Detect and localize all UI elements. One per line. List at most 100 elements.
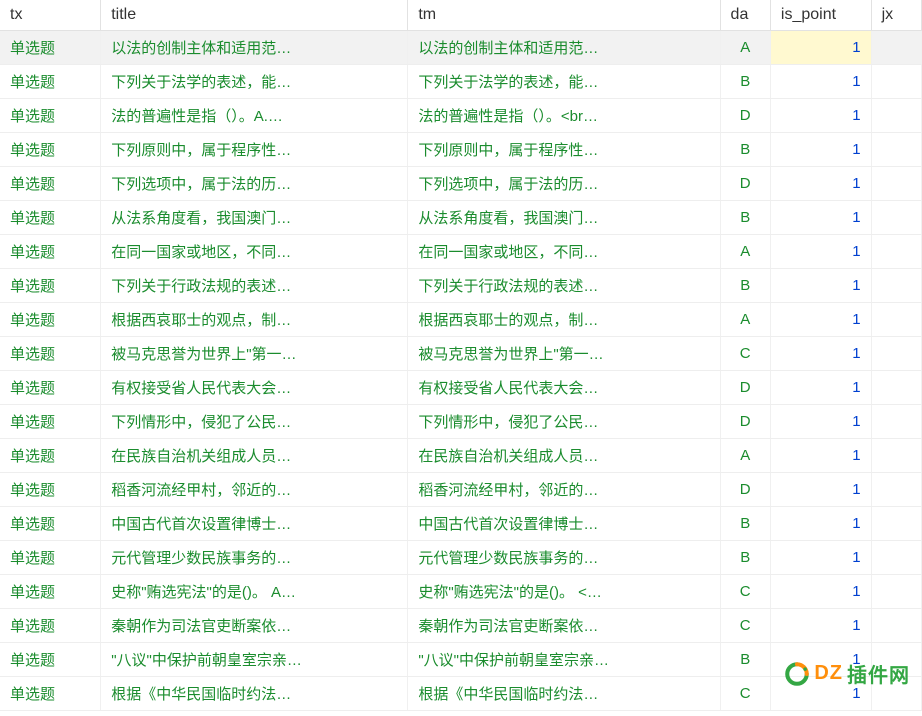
table-row[interactable]: 单选题下列关于法学的表述，能…下列关于法学的表述，能…B1 xyxy=(0,65,922,99)
table-row[interactable]: 单选题在民族自治机关组成人员…在民族自治机关组成人员…A1 xyxy=(0,439,922,473)
cell-da[interactable]: C xyxy=(720,575,770,609)
table-row[interactable]: 单选题法的普遍性是指（）。A.…法的普遍性是指（）。<br…D1 xyxy=(0,99,922,133)
cell-jx[interactable] xyxy=(871,541,921,575)
cell-title[interactable]: 有权接受省人民代表大会… xyxy=(101,371,408,405)
cell-jx[interactable] xyxy=(871,167,921,201)
cell-tx[interactable]: 单选题 xyxy=(0,575,101,609)
cell-is-point[interactable]: 1 xyxy=(770,337,871,371)
cell-is-point[interactable]: 1 xyxy=(770,303,871,337)
cell-jx[interactable] xyxy=(871,31,921,65)
cell-tm[interactable]: "八议"中保护前朝皇室宗亲… xyxy=(408,643,720,677)
table-row[interactable]: 单选题有权接受省人民代表大会…有权接受省人民代表大会…D1 xyxy=(0,371,922,405)
cell-tx[interactable]: 单选题 xyxy=(0,133,101,167)
cell-is-point[interactable]: 1 xyxy=(770,677,871,711)
cell-jx[interactable] xyxy=(871,65,921,99)
table-row[interactable]: 单选题下列原则中，属于程序性…下列原则中，属于程序性…B1 xyxy=(0,133,922,167)
column-header-tx[interactable]: tx xyxy=(0,0,101,31)
cell-title[interactable]: 稻香河流经甲村，邻近的… xyxy=(101,473,408,507)
cell-is-point[interactable]: 1 xyxy=(770,507,871,541)
cell-da[interactable]: D xyxy=(720,405,770,439)
cell-title[interactable]: 中国古代首次设置律博士… xyxy=(101,507,408,541)
table-row[interactable]: 单选题元代管理少数民族事务的…元代管理少数民族事务的…B1 xyxy=(0,541,922,575)
table-row[interactable]: 单选题根据西哀耶士的观点，制…根据西哀耶士的观点，制…A1 xyxy=(0,303,922,337)
cell-jx[interactable] xyxy=(871,201,921,235)
cell-is-point[interactable]: 1 xyxy=(770,371,871,405)
cell-is-point[interactable]: 1 xyxy=(770,269,871,303)
cell-da[interactable]: B xyxy=(720,133,770,167)
cell-da[interactable]: D xyxy=(720,473,770,507)
cell-tm[interactable]: 在同一国家或地区，不同… xyxy=(408,235,720,269)
column-header-title[interactable]: title xyxy=(101,0,408,31)
table-row[interactable]: 单选题从法系角度看，我国澳门…从法系角度看，我国澳门…B1 xyxy=(0,201,922,235)
cell-da[interactable]: A xyxy=(720,439,770,473)
cell-tm[interactable]: 有权接受省人民代表大会… xyxy=(408,371,720,405)
cell-jx[interactable] xyxy=(871,575,921,609)
cell-title[interactable]: 法的普遍性是指（）。A.… xyxy=(101,99,408,133)
cell-jx[interactable] xyxy=(871,439,921,473)
cell-title[interactable]: 根据《中华民国临时约法… xyxy=(101,677,408,711)
table-row[interactable]: 单选题下列选项中，属于法的历…下列选项中，属于法的历…D1 xyxy=(0,167,922,201)
cell-title[interactable]: 下列关于法学的表述，能… xyxy=(101,65,408,99)
cell-title[interactable]: 下列情形中，侵犯了公民… xyxy=(101,405,408,439)
cell-title[interactable]: 从法系角度看，我国澳门… xyxy=(101,201,408,235)
cell-tm[interactable]: 下列关于行政法规的表述… xyxy=(408,269,720,303)
cell-title[interactable]: 元代管理少数民族事务的… xyxy=(101,541,408,575)
cell-title[interactable]: 下列原则中，属于程序性… xyxy=(101,133,408,167)
cell-tm[interactable]: 被马克思誉为世界上"第一… xyxy=(408,337,720,371)
cell-tx[interactable]: 单选题 xyxy=(0,473,101,507)
cell-tm[interactable]: 以法的创制主体和适用范… xyxy=(408,31,720,65)
cell-title[interactable]: 史称"贿选宪法"的是()。 A… xyxy=(101,575,408,609)
cell-is-point[interactable]: 1 xyxy=(770,609,871,643)
cell-da[interactable]: B xyxy=(720,541,770,575)
cell-da[interactable]: B xyxy=(720,643,770,677)
cell-tm[interactable]: 根据西哀耶士的观点，制… xyxy=(408,303,720,337)
cell-jx[interactable] xyxy=(871,337,921,371)
cell-tm[interactable]: 法的普遍性是指（）。<br… xyxy=(408,99,720,133)
cell-is-point[interactable]: 1 xyxy=(770,405,871,439)
cell-tx[interactable]: 单选题 xyxy=(0,201,101,235)
cell-tx[interactable]: 单选题 xyxy=(0,439,101,473)
cell-da[interactable]: B xyxy=(720,507,770,541)
cell-tx[interactable]: 单选题 xyxy=(0,235,101,269)
cell-tx[interactable]: 单选题 xyxy=(0,31,101,65)
cell-da[interactable]: D xyxy=(720,167,770,201)
table-row[interactable]: 单选题中国古代首次设置律博士…中国古代首次设置律博士…B1 xyxy=(0,507,922,541)
cell-jx[interactable] xyxy=(871,609,921,643)
table-row[interactable]: 单选题下列关于行政法规的表述…下列关于行政法规的表述…B1 xyxy=(0,269,922,303)
column-header-is-point[interactable]: is_point xyxy=(770,0,871,31)
cell-tx[interactable]: 单选题 xyxy=(0,677,101,711)
cell-tx[interactable]: 单选题 xyxy=(0,405,101,439)
table-row[interactable]: 单选题秦朝作为司法官吏断案依…秦朝作为司法官吏断案依…C1 xyxy=(0,609,922,643)
table-row[interactable]: 单选题"八议"中保护前朝皇室宗亲…"八议"中保护前朝皇室宗亲…B1 xyxy=(0,643,922,677)
cell-tm[interactable]: 从法系角度看，我国澳门… xyxy=(408,201,720,235)
table-row[interactable]: 单选题下列情形中，侵犯了公民…下列情形中，侵犯了公民…D1 xyxy=(0,405,922,439)
table-row[interactable]: 单选题在同一国家或地区，不同…在同一国家或地区，不同…A1 xyxy=(0,235,922,269)
cell-is-point[interactable]: 1 xyxy=(770,235,871,269)
cell-tx[interactable]: 单选题 xyxy=(0,371,101,405)
cell-tm[interactable]: 下列选项中，属于法的历… xyxy=(408,167,720,201)
cell-is-point[interactable]: 1 xyxy=(770,167,871,201)
cell-da[interactable]: D xyxy=(720,371,770,405)
cell-is-point[interactable]: 1 xyxy=(770,439,871,473)
cell-title[interactable]: 下列关于行政法规的表述… xyxy=(101,269,408,303)
cell-title[interactable]: 根据西哀耶士的观点，制… xyxy=(101,303,408,337)
cell-jx[interactable] xyxy=(871,507,921,541)
cell-jx[interactable] xyxy=(871,405,921,439)
cell-title[interactable]: "八议"中保护前朝皇室宗亲… xyxy=(101,643,408,677)
cell-is-point[interactable]: 1 xyxy=(770,65,871,99)
cell-is-point[interactable]: 1 xyxy=(770,133,871,167)
cell-da[interactable]: D xyxy=(720,99,770,133)
cell-da[interactable]: C xyxy=(720,609,770,643)
cell-is-point[interactable]: 1 xyxy=(770,31,871,65)
cell-tx[interactable]: 单选题 xyxy=(0,65,101,99)
cell-tm[interactable]: 稻香河流经甲村，邻近的… xyxy=(408,473,720,507)
cell-jx[interactable] xyxy=(871,133,921,167)
cell-tx[interactable]: 单选题 xyxy=(0,167,101,201)
cell-tx[interactable]: 单选题 xyxy=(0,269,101,303)
cell-jx[interactable] xyxy=(871,303,921,337)
cell-jx[interactable] xyxy=(871,371,921,405)
cell-tm[interactable]: 根据《中华民国临时约法… xyxy=(408,677,720,711)
cell-is-point[interactable]: 1 xyxy=(770,575,871,609)
cell-tx[interactable]: 单选题 xyxy=(0,337,101,371)
cell-tx[interactable]: 单选题 xyxy=(0,643,101,677)
